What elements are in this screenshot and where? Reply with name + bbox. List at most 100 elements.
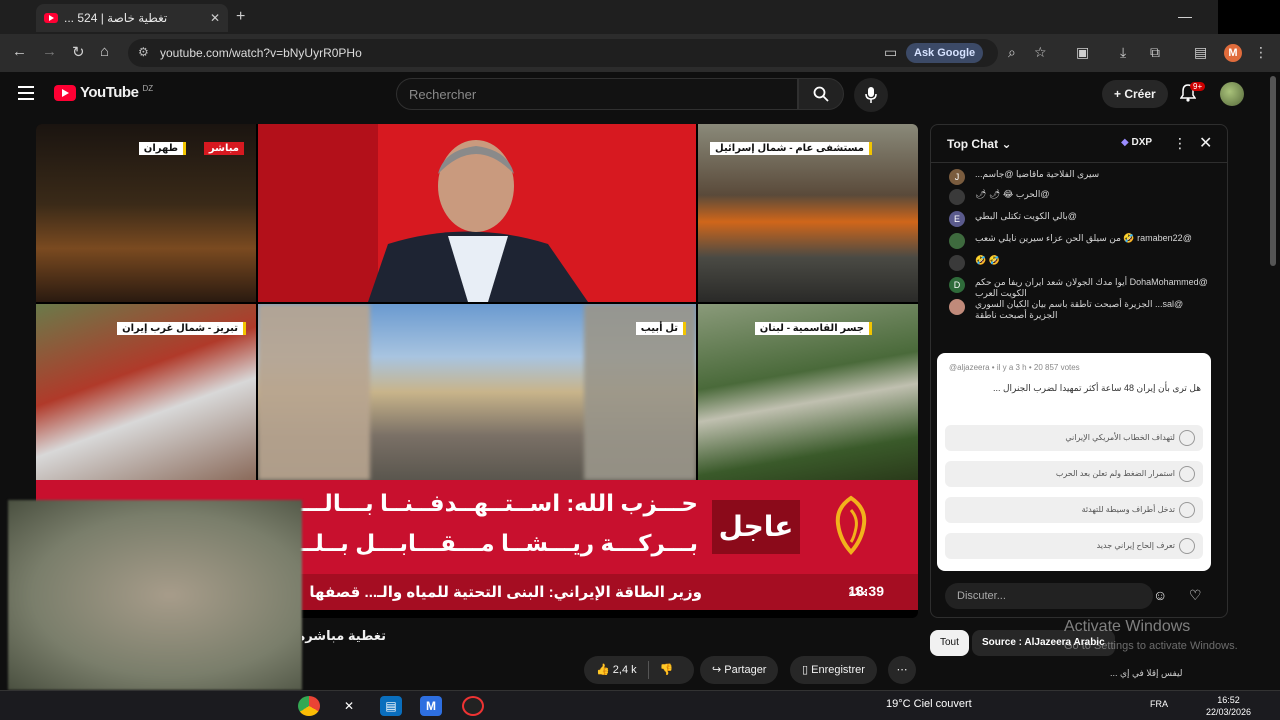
chat-message-text: @ramaben22 🤣 من سيلق الحن عزاء سيرين ناي… [975,233,1192,243]
share-icon: ↪ [712,664,725,676]
chat-avatar[interactable] [949,189,965,205]
reload-icon[interactable]: ↻ [72,43,85,61]
voice-search-button[interactable] [854,78,888,112]
points-label: DXP [1131,137,1153,148]
youtube-header: YouTube DZ + Créer 9+ [0,72,1280,116]
profile-avatar[interactable]: M [1224,44,1242,62]
page-scrollbar[interactable] [1270,76,1276,266]
share-button[interactable]: ↪ Partager [700,656,779,684]
radio-icon [1179,466,1195,482]
cast-icon[interactable]: ▭ [884,44,897,61]
editor-icon[interactable]: M [420,696,442,716]
chat-avatar[interactable]: E [949,211,965,227]
obs-icon[interactable] [462,696,484,716]
chat-avatar[interactable] [949,299,965,315]
aljazeera-logo-icon [835,495,867,555]
activate-windows-title: Activate Windows [1064,618,1191,635]
hamburger-menu-icon[interactable] [18,86,34,100]
youtube-logo[interactable]: YouTube DZ [54,84,153,101]
search-input[interactable] [397,79,797,110]
extension-icon[interactable]: ▣ [1076,44,1089,61]
windows-taskbar: ✕ ▤ M 19°C Ciel couvert FRA 16:52 22/03/… [0,690,1280,720]
tab-close-icon[interactable]: ✕ [210,11,220,25]
chat-avatar[interactable] [949,255,965,271]
url-text[interactable]: youtube.com/watch?v=bNyUyrR0PHo [160,46,362,60]
chat-message-text: 🤣 🤣 [975,255,1000,265]
chip-all[interactable]: Tout [930,630,969,656]
site-info-icon[interactable]: ⚙ [138,45,149,59]
chat-message-text: @بالي الكويت تكتلى البطي [975,211,1077,221]
chat-avatar[interactable] [949,233,965,249]
poll-option-label: تدخل أطراف وسيطة للتهدئة [1081,505,1175,514]
poll-meta: @aljazeera • il y a 3 h • 20 857 votes [949,363,1080,372]
emoji-icon[interactable]: ☺ [1153,587,1167,603]
ticker-time: 18:39 [848,583,884,599]
address-bar[interactable]: ⚙ youtube.com/watch?v=bNyUyrR0PHo [128,39,998,67]
feed-north-israel: مستشفى عام - شمال إسرائيل [698,124,918,302]
location-tag: مستشفى عام - شمال إسرائيل [710,142,872,155]
chat-header: Top Chat ⌄ ◆ DXP ⋮ ✕ [931,125,1227,163]
tab-search-icon[interactable]: ▤ [1194,44,1207,61]
clock-date: 22/03/2026 [1206,707,1252,717]
translate-icon[interactable]: ⧉ [1150,44,1160,61]
chat-mode-dropdown[interactable]: Top Chat ⌄ [947,137,1012,151]
store-icon[interactable]: ▤ [380,696,402,716]
poll-option[interactable]: لتهداف الخطاب الأمريكي الإيراني [945,425,1203,451]
home-icon[interactable]: ⌂ [100,43,109,60]
bookmark-star-icon[interactable]: ☆ [1034,44,1047,61]
search-icon [813,86,829,102]
live-tag: مباشر [203,142,244,155]
webcam-overlay [8,500,302,690]
search-button[interactable] [798,78,844,110]
language-indicator[interactable]: FRA [1150,699,1168,709]
share-label: Partager [724,664,767,676]
microphone-icon [865,87,877,103]
heart-icon[interactable]: ♡ [1189,587,1202,604]
chat-close-icon[interactable]: ✕ [1199,133,1212,153]
poll-option[interactable]: تدخل أطراف وسيطة للتهدئة [945,497,1203,523]
chevron-down-icon: ⌄ [1001,137,1012,151]
back-icon[interactable]: ← [12,43,27,60]
menu-dots-icon[interactable]: ⋮ [1254,44,1268,61]
presenter-image [258,124,696,302]
radio-icon [1179,538,1195,554]
notification-badge: 9+ [1190,82,1206,91]
user-avatar[interactable] [1220,82,1244,106]
zoom-icon[interactable]: ⌕ [1008,44,1016,61]
x-app-icon[interactable]: ✕ [338,696,360,716]
points-badge[interactable]: ◆ DXP [1121,137,1152,148]
notifications-button[interactable]: 9+ [1179,82,1206,107]
download-icon[interactable]: ⤓ [1120,44,1126,61]
chat-avatar[interactable]: D [949,277,965,293]
forward-icon[interactable]: → [42,43,57,60]
ask-google-button[interactable]: Ask Google [906,43,984,63]
divider [647,661,649,680]
video-title: تغطية مباشرة | ... [302,628,386,643]
tab-title: تغطية خاصة | 524 ... [64,11,168,25]
like-dislike-group[interactable]: 👍 2,4 k 👎 [584,656,694,684]
clock[interactable]: 16:52 22/03/2026 [1206,694,1251,718]
browser-tab[interactable]: تغطية خاصة | 524 ... ✕ [36,4,228,32]
feed-tel-aviv: تل أبيب [258,304,696,480]
feed-lebanon: جسر القاسمية - لبنان [698,304,918,480]
thumbs-up-icon[interactable]: 👍 [596,664,610,676]
poll-card: @aljazeera • il y a 3 h • 20 857 votes ه… [937,353,1211,571]
new-tab-button[interactable]: + [236,8,245,26]
more-actions-button[interactable]: ⋯ [888,656,916,684]
chat-avatar[interactable]: J [949,169,965,185]
search-box[interactable] [396,78,798,110]
chat-message-text: @الحرب 😂 🌶 🌶 [975,189,1050,199]
chat-more-icon[interactable]: ⋮ [1173,135,1187,152]
create-button[interactable]: + Créer [1102,80,1168,108]
radio-icon [1179,430,1195,446]
save-button[interactable]: ▯ Enregistrer [790,656,877,684]
thumbs-down-icon[interactable]: 👎 [660,664,674,676]
chrome-icon[interactable] [298,696,320,716]
chat-input[interactable]: Discuter... [945,583,1153,609]
activate-windows-subtitle: Go to Settings to activate Windows. [1064,640,1238,652]
poll-option[interactable]: استمرار الضغط ولم تعلن بعد الحرب [945,461,1203,487]
poll-option[interactable]: تعرف إلحاح إيراني جديد [945,533,1203,559]
minimize-icon[interactable]: — [1178,8,1192,24]
weather-widget[interactable]: 19°C Ciel couvert [886,698,972,710]
window-controls-area [1218,0,1280,34]
